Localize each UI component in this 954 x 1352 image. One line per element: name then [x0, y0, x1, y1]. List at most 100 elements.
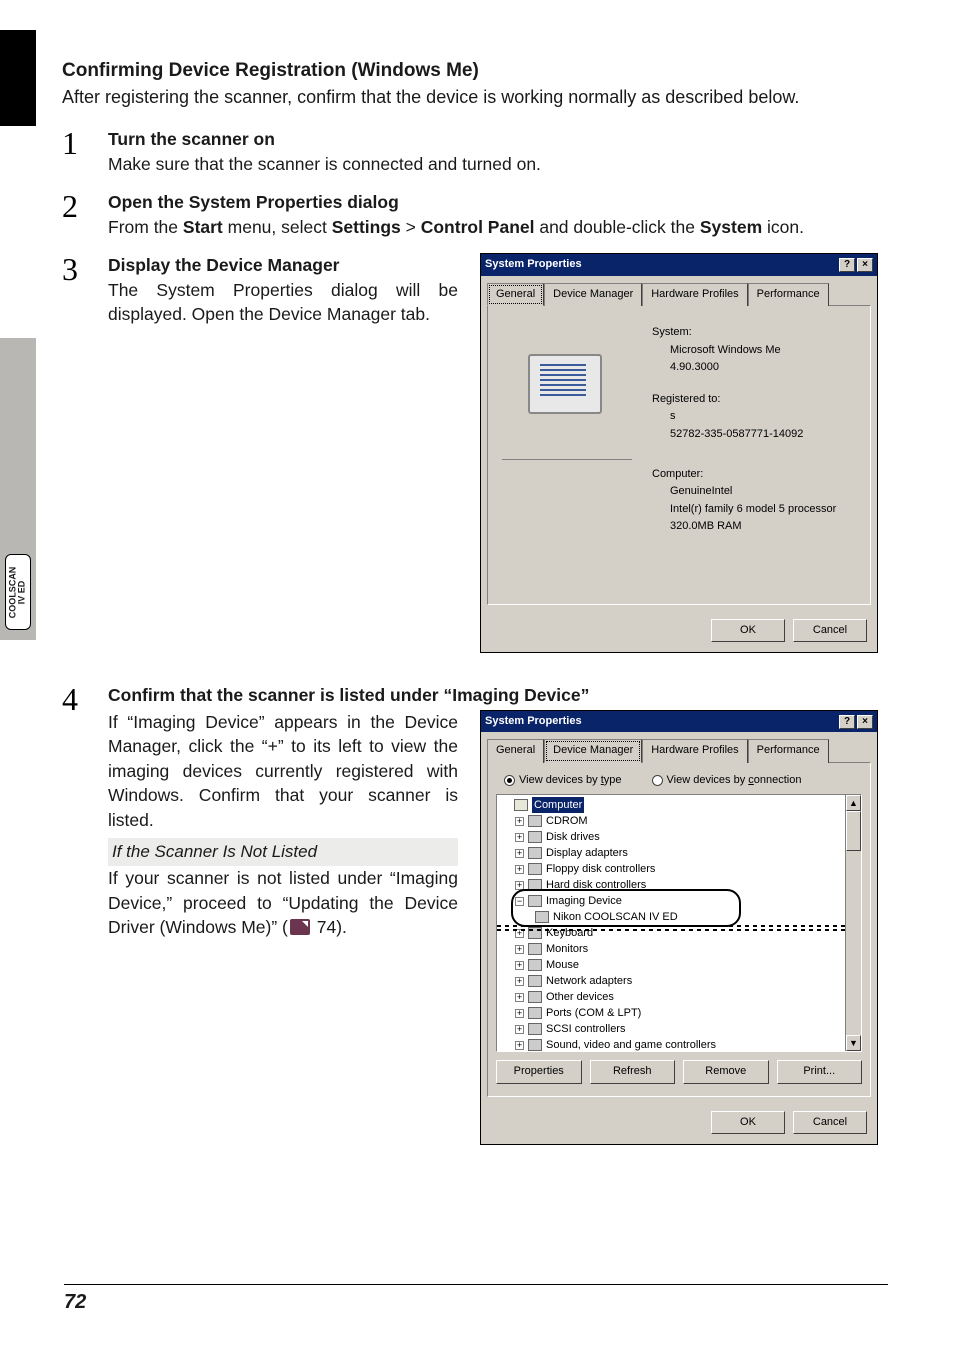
expand-icon[interactable]: + — [515, 945, 524, 954]
dialog2-titlebar[interactable]: System Properties ? × — [481, 711, 877, 732]
properties-button[interactable]: Properties — [496, 1060, 582, 1083]
section-title: Confirming Device Registration (Windows … — [62, 60, 894, 82]
floppy-icon — [528, 863, 542, 875]
scrollbar[interactable]: ▲ ▼ — [845, 795, 861, 1051]
tree-computer[interactable]: Computer — [501, 797, 857, 813]
tree-other-devices[interactable]: +Other devices — [501, 989, 857, 1005]
margin-bar-black — [0, 30, 36, 126]
radio-dot-icon — [504, 775, 515, 786]
tab-performance[interactable]: Performance — [748, 739, 829, 762]
step-3-head: Display the Device Manager — [108, 253, 458, 278]
system-properties-dialog-general: System Properties ? × General Device Man… — [480, 253, 878, 653]
step-4-subbody: If your scanner is not listed under “Ima… — [108, 866, 458, 940]
tab-general[interactable]: General — [487, 283, 544, 306]
system-value-1: Microsoft Windows Me — [652, 342, 836, 360]
cancel-button[interactable]: Cancel — [793, 1111, 867, 1134]
ports-icon — [528, 1007, 542, 1019]
close-button[interactable]: × — [857, 715, 873, 729]
expand-icon[interactable]: + — [515, 849, 524, 858]
tree-display-adapters[interactable]: +Display adapters — [501, 845, 857, 861]
expand-icon[interactable]: + — [515, 961, 524, 970]
tab-device-manager[interactable]: Device Manager — [544, 739, 642, 762]
tree-cdrom[interactable]: +CDROM — [501, 813, 857, 829]
collapse-icon[interactable]: − — [515, 897, 524, 906]
dialog2-panel: View devices by type View devices by con… — [487, 762, 871, 1097]
step-2-number: 2 — [62, 190, 90, 239]
cdrom-icon — [528, 815, 542, 827]
computer-value-1: GenuineIntel — [652, 483, 836, 501]
expand-icon[interactable]: + — [515, 977, 524, 986]
radio-view-by-connection[interactable]: View devices by connection — [652, 773, 802, 788]
refresh-button[interactable]: Refresh — [590, 1060, 676, 1083]
expand-icon[interactable]: + — [515, 1009, 524, 1018]
remove-button[interactable]: Remove — [683, 1060, 769, 1083]
tree-scsi-controllers[interactable]: +SCSI controllers — [501, 1021, 857, 1037]
registered-label: Registered to: — [652, 391, 836, 409]
step-1-body: Make sure that the scanner is connected … — [108, 152, 894, 177]
imaging-icon — [528, 895, 542, 907]
monitor-icon — [528, 943, 542, 955]
step-2: 2 Open the System Properties dialog From… — [62, 190, 894, 239]
scroll-thumb[interactable] — [846, 811, 861, 851]
display-icon — [528, 847, 542, 859]
print-button[interactable]: Print... — [777, 1060, 863, 1083]
system-properties-dialog-device-manager: System Properties ? × General Device Man… — [480, 710, 878, 1145]
tree-disk-drives[interactable]: +Disk drives — [501, 829, 857, 845]
close-button[interactable]: × — [857, 258, 873, 272]
radio-dot-icon — [652, 775, 663, 786]
expand-icon[interactable]: + — [515, 833, 524, 842]
system-label: System: — [652, 324, 836, 342]
computer-value-3: 320.0MB RAM — [652, 518, 836, 536]
tree-network-adapters[interactable]: +Network adapters — [501, 973, 857, 989]
expand-icon[interactable]: + — [515, 929, 524, 938]
scroll-up-icon[interactable]: ▲ — [846, 795, 861, 811]
tab-hardware-profiles[interactable]: Hardware Profiles — [642, 739, 747, 762]
sound-icon — [528, 1039, 542, 1051]
step-4-number: 4 — [62, 683, 90, 1144]
side-tab: COOLSCAN IV ED — [5, 554, 31, 630]
tree-keyboard[interactable]: +Keyboard — [501, 925, 857, 941]
expand-icon[interactable]: + — [515, 865, 524, 874]
tree-hard-disk-controllers[interactable]: +Hard disk controllers — [501, 877, 857, 893]
tab-general[interactable]: General — [487, 739, 544, 762]
dialog1-titlebar[interactable]: System Properties ? × — [481, 254, 877, 275]
tree-imaging-device[interactable]: −Imaging Device — [501, 893, 857, 909]
expand-icon[interactable]: + — [515, 881, 524, 890]
step-4-head: Confirm that the scanner is listed under… — [108, 683, 894, 708]
step-1-head: Turn the scanner on — [108, 127, 894, 152]
page-content: Confirming Device Registration (Windows … — [62, 60, 894, 1159]
registered-value-1: s — [652, 408, 836, 426]
tree-mouse[interactable]: +Mouse — [501, 957, 857, 973]
tree-floppy-controllers[interactable]: +Floppy disk controllers — [501, 861, 857, 877]
step-3: 3 Display the Device Manager The System … — [62, 253, 894, 653]
cancel-button[interactable]: Cancel — [793, 619, 867, 642]
ok-button[interactable]: OK — [711, 619, 785, 642]
ok-button[interactable]: OK — [711, 1111, 785, 1134]
tree-monitors[interactable]: +Monitors — [501, 941, 857, 957]
step-1-number: 1 — [62, 127, 90, 176]
tree-scanner-item[interactable]: Nikon COOLSCAN IV ED — [501, 909, 857, 925]
tree-sound-controllers[interactable]: +Sound, video and game controllers — [501, 1037, 857, 1052]
dialog2-tabs: General Device Manager Hardware Profiles… — [481, 732, 877, 761]
other-icon — [528, 991, 542, 1003]
dialog1-title: System Properties — [485, 257, 582, 272]
step-4-subhead: If the Scanner Is Not Listed — [108, 838, 458, 866]
device-tree[interactable]: Computer +CDROM +Disk drives +Display ad… — [496, 794, 862, 1052]
page-ref-icon — [290, 919, 310, 935]
scroll-down-icon[interactable]: ▼ — [846, 1035, 861, 1051]
computer-label: Computer: — [652, 466, 836, 484]
expand-icon[interactable]: + — [515, 1041, 524, 1050]
step-4-body: If “Imaging Device” appears in the Devic… — [108, 710, 458, 833]
disk-icon — [528, 831, 542, 843]
expand-icon[interactable]: + — [515, 1025, 524, 1034]
expand-icon[interactable]: + — [515, 817, 524, 826]
tab-performance[interactable]: Performance — [748, 283, 829, 306]
help-button[interactable]: ? — [839, 258, 855, 272]
tab-device-manager[interactable]: Device Manager — [544, 283, 642, 306]
expand-icon[interactable]: + — [515, 993, 524, 1002]
step-4: 4 Confirm that the scanner is listed und… — [62, 683, 894, 1144]
tree-ports[interactable]: +Ports (COM & LPT) — [501, 1005, 857, 1021]
radio-view-by-type[interactable]: View devices by type — [504, 773, 622, 788]
help-button[interactable]: ? — [839, 715, 855, 729]
tab-hardware-profiles[interactable]: Hardware Profiles — [642, 283, 747, 306]
